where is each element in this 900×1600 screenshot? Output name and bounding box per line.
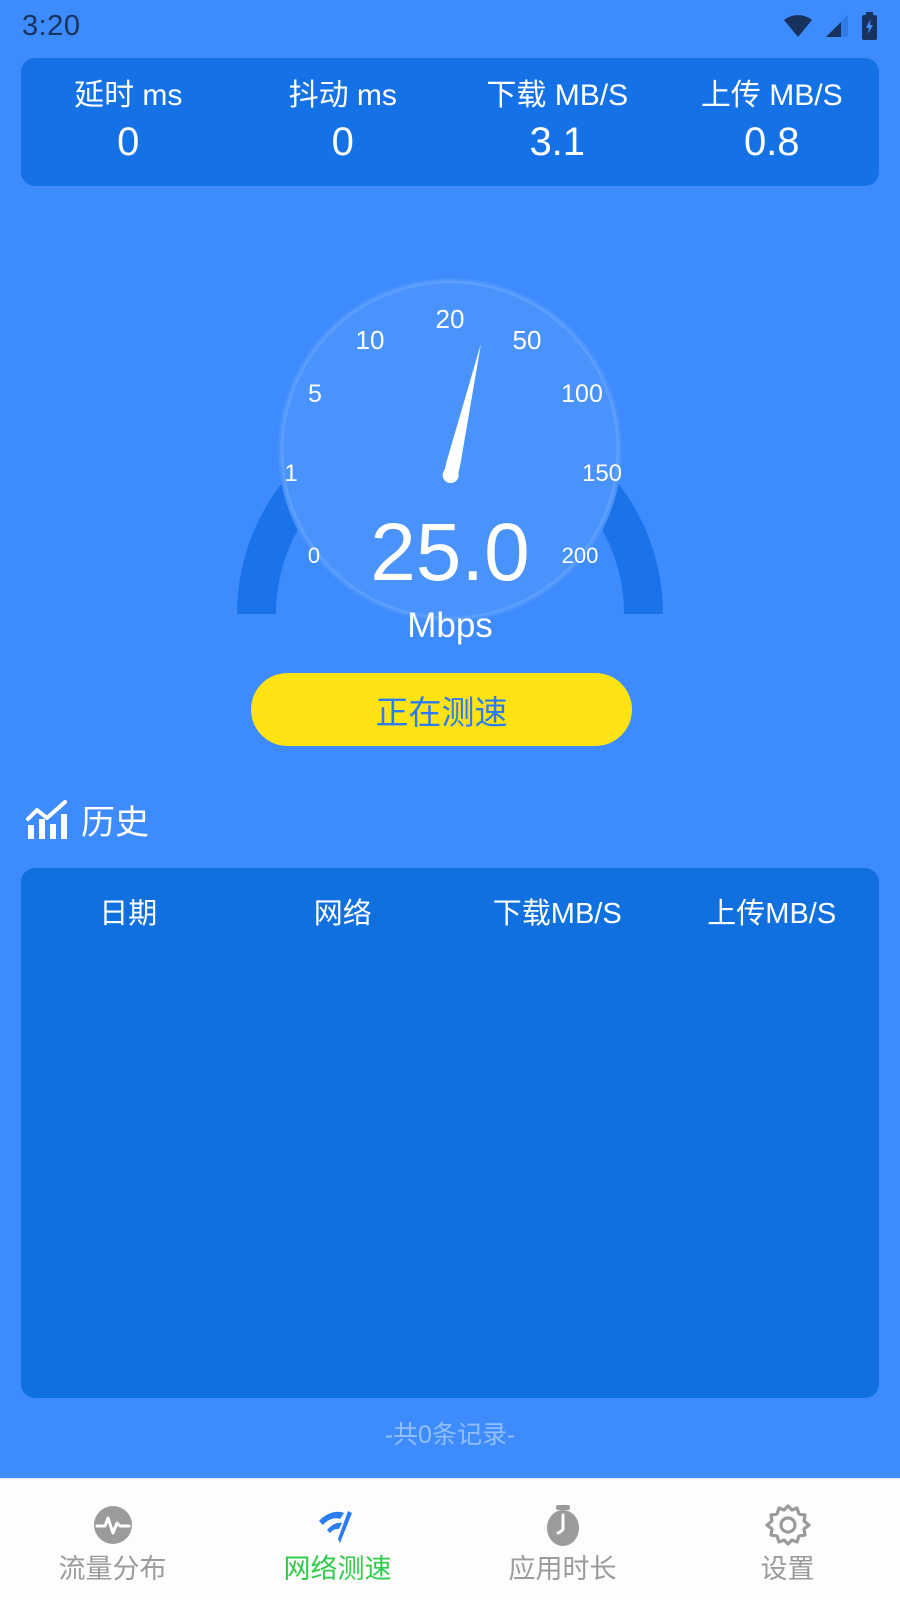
history-col-date: 日期: [99, 898, 158, 930]
metric-upload-value: 0.8: [743, 119, 800, 164]
metric-jitter-label: 抖动 ms: [288, 79, 397, 113]
history-table-body: [21, 946, 879, 1386]
nav-item-speed-test[interactable]: 网络测速: [225, 1497, 450, 1583]
gauge-tick-1: 1: [284, 460, 297, 487]
battery-charging-icon: [862, 12, 877, 40]
history-record-count: -共0条记录-: [384, 1421, 516, 1449]
metric-download: 下载 MB/S 3.1: [450, 77, 665, 167]
nav-item-traffic-distribution[interactable]: 流量分布: [0, 1497, 225, 1583]
metric-upload: 上传 MB/S 0.8: [665, 77, 880, 167]
metric-upload-label: 上传 MB/S: [700, 79, 843, 113]
status-bar-icons: [783, 12, 878, 40]
gauge-tick-100: 100: [561, 380, 603, 408]
history-col-download: 下载MB/S: [492, 898, 622, 930]
gauge-tick-150: 150: [582, 460, 622, 487]
history-col-upload: 上传MB/S: [707, 898, 837, 930]
gauge-tick-10: 10: [356, 325, 385, 355]
history-table-card[interactable]: 日期 网络 下载MB/S 上传MB/S: [21, 868, 879, 1398]
bar-chart-icon: [26, 799, 67, 839]
metric-latency-label: 延时 ms: [74, 79, 183, 113]
metric-download-value: 3.1: [529, 119, 586, 164]
status-bar: 3:20: [0, 0, 900, 52]
history-section-header: 历史: [26, 795, 149, 844]
gauge-tick-5: 5: [308, 380, 322, 408]
stopwatch-icon: [546, 1504, 579, 1546]
start-speedtest-button[interactable]: 正在测速: [251, 673, 632, 746]
speed-gauge: 0 1 5 10 20 50 100 150 200 25.0 Mbps: [0, 222, 900, 652]
nav-label-app-duration: 应用时长: [508, 1553, 617, 1584]
metrics-summary-card: 延时 ms 0 抖动 ms 0 下载 MB/S 3.1 上传 MB/S 0.8: [21, 58, 879, 186]
gauge-tick-0: 0: [308, 543, 320, 568]
metric-jitter: 抖动 ms 0: [236, 77, 451, 167]
pulse-circle-icon: [93, 1505, 132, 1544]
app-screen: 3:20 延时 ms 0 抖动 ms 0 下载 MB/S 3.1 上传 MB/S…: [0, 0, 900, 1600]
gear-icon: [764, 1503, 811, 1546]
nav-label-traffic-distribution: 流量分布: [58, 1553, 167, 1584]
nav-item-settings[interactable]: 设置: [675, 1497, 900, 1583]
history-col-network: 网络: [313, 898, 372, 930]
bottom-navigation-bar: 流量分布 网络测速 应用时长 设置: [0, 1478, 900, 1600]
metric-download-label: 下载 MB/S: [486, 79, 629, 113]
gauge-tick-50: 50: [513, 325, 542, 355]
nav-label-speed-test: 网络测速: [283, 1553, 392, 1584]
gauge-graphic: 0 1 5 10 20 50 100 150 200: [237, 278, 663, 622]
gauge-tick-200: 200: [562, 543, 599, 568]
history-title: 历史: [81, 804, 149, 842]
metric-latency-value: 0: [117, 119, 140, 164]
gauge-tick-20: 20: [436, 304, 465, 334]
cellular-signal-icon: [826, 15, 848, 37]
metric-latency: 延时 ms 0: [21, 77, 236, 167]
wifi-speed-icon: [318, 1510, 352, 1543]
history-table-header: 日期 网络 下载MB/S 上传MB/S: [21, 868, 879, 946]
wifi-icon: [784, 15, 812, 37]
nav-label-settings: 设置: [760, 1553, 815, 1584]
metric-jitter-value: 0: [331, 119, 354, 164]
status-bar-clock: 3:20: [22, 9, 81, 42]
nav-item-app-duration[interactable]: 应用时长: [450, 1497, 675, 1583]
